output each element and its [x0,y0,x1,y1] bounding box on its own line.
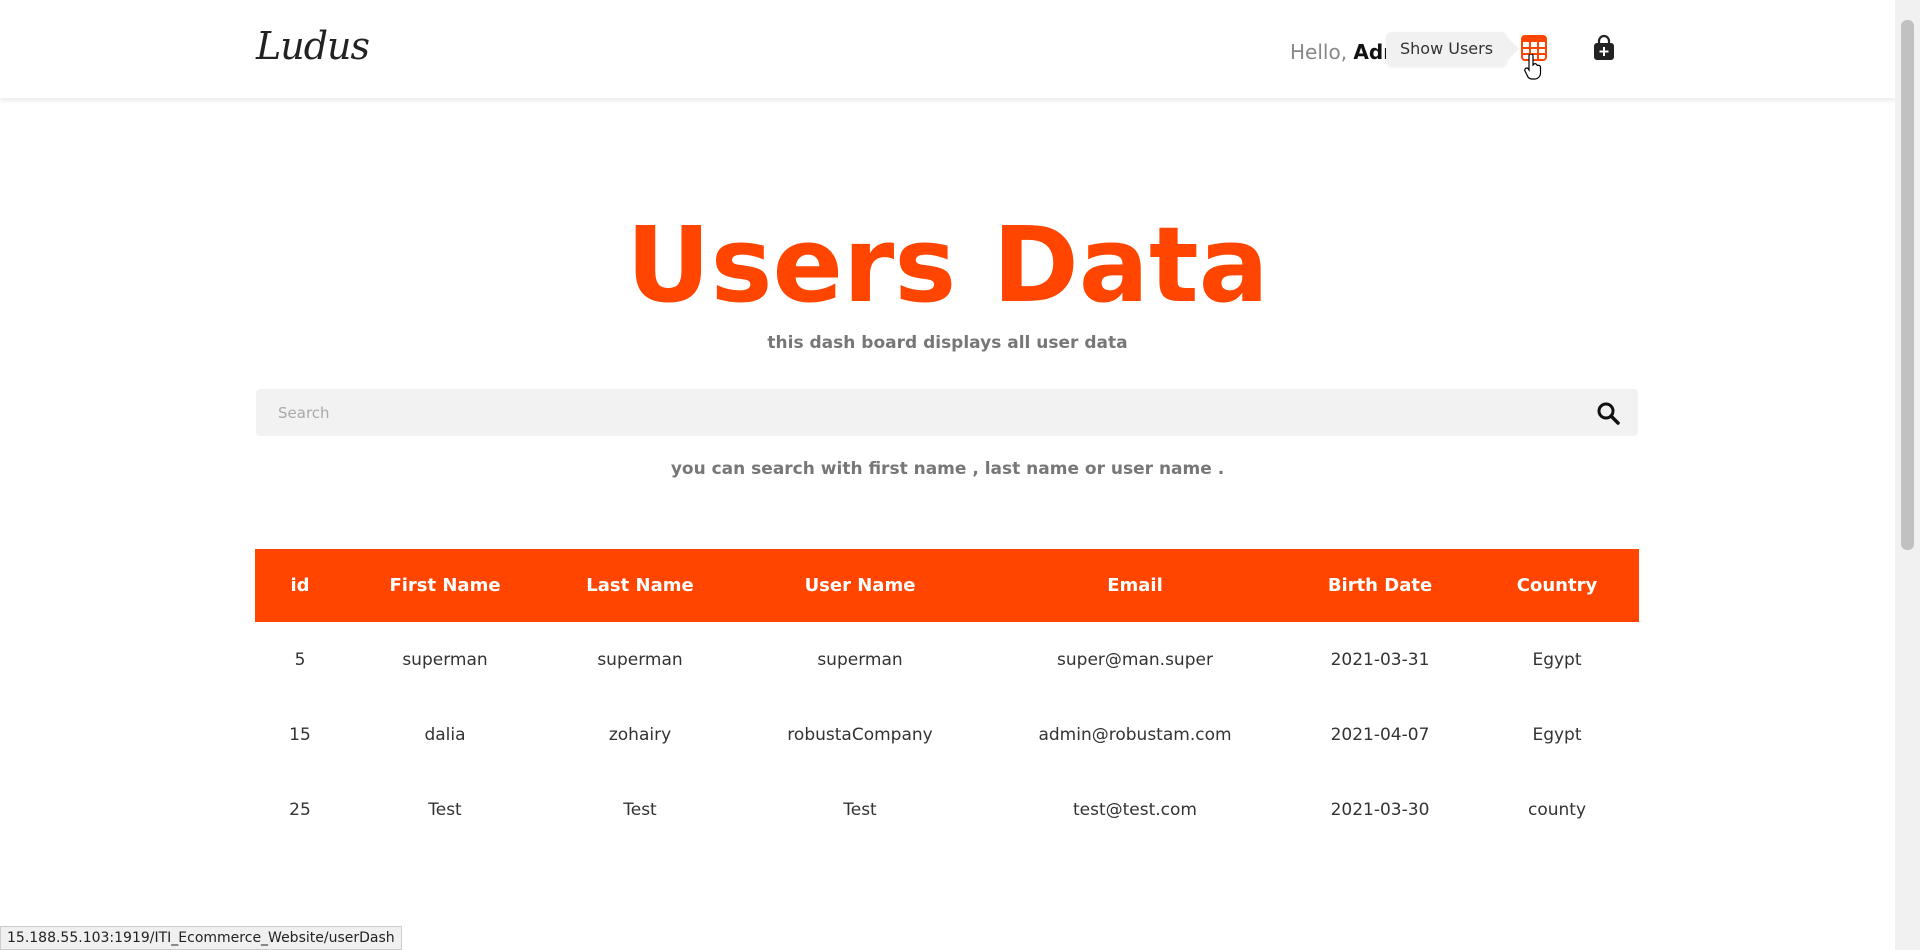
cell-country: county [1527,799,1587,820]
page: Ludus Hello, Adm Show Users Users Data t… [0,0,1920,950]
column-header-first-name: First Name [389,575,501,596]
cell-last-name: Test [623,799,657,820]
cell-email: admin@robustam.com [1038,724,1232,745]
table-icon[interactable] [1520,34,1548,62]
search-bar [256,389,1638,436]
logo[interactable]: Ludus [256,24,370,68]
cell-id: 25 [289,799,311,820]
page-subtitle: this dash board displays all user data [767,333,1128,353]
cell-birth-date: 2021-03-31 [1330,649,1430,670]
cell-last-name: zohairy [608,724,672,745]
search-input[interactable] [256,389,1556,436]
scrollbar-thumb[interactable] [1901,20,1914,550]
search-icon[interactable] [1596,401,1620,425]
shopping-bag-plus-icon[interactable] [1590,34,1618,62]
search-hint: you can search with first name , last na… [670,459,1225,479]
table-header-row: id First Name Last Name User Name Email … [255,549,1639,622]
cell-id: 15 [289,724,311,745]
cell-last-name: superman [597,649,683,670]
navbar: Ludus Hello, Adm Show Users [0,0,1895,98]
cell-country: Egypt [1532,724,1582,745]
table-row: 5 superman superman superman super@man.s… [255,622,1639,697]
column-header-email: Email [1107,575,1163,596]
vertical-scrollbar[interactable] [1895,0,1920,950]
cell-user-name: robustaCompany [787,724,933,745]
users-table: id First Name Last Name User Name Email … [255,549,1639,847]
column-header-id: id [290,575,310,596]
column-header-country: Country [1516,575,1598,596]
cell-country: Egypt [1532,649,1582,670]
page-title: Users Data [626,204,1269,326]
column-header-last-name: Last Name [586,575,694,596]
cell-first-name: dalia [424,724,466,745]
cell-user-name: superman [817,649,903,670]
cell-id: 5 [294,649,306,670]
table-row: 25 Test Test Test test@test.com 2021-03-… [255,772,1639,847]
cell-user-name: Test [843,799,877,820]
cell-email: test@test.com [1072,799,1197,820]
greeting-prefix: Hello, [1290,40,1348,64]
show-users-tooltip: Show Users [1386,32,1520,66]
link-status-bar: 15.188.55.103:1919/ITI_Ecommerce_Website… [0,926,402,950]
column-header-birth-date: Birth Date [1327,575,1433,596]
cell-birth-date: 2021-04-07 [1330,724,1430,745]
cell-first-name: superman [402,649,488,670]
cell-email: super@man.super [1057,649,1213,670]
table-row: 15 dalia zohairy robustaCompany admin@ro… [255,697,1639,772]
column-header-user-name: User Name [804,575,916,596]
cell-birth-date: 2021-03-30 [1330,799,1430,820]
cell-first-name: Test [428,799,462,820]
